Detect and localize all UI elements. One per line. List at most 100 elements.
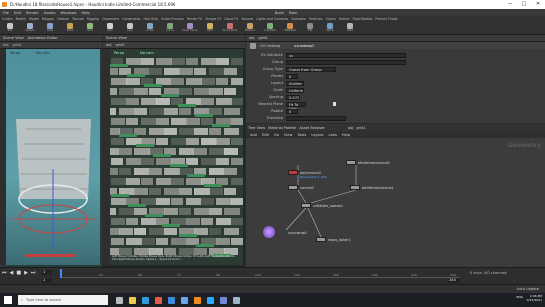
shelf-tab-rigid-bodies[interactable]: Rigid Bodies <box>353 17 373 21</box>
shelf-tab-grains[interactable]: Grains <box>326 17 336 21</box>
timeline-bar[interactable]: 124487296120144168192216240 <box>60 270 460 278</box>
play-icon[interactable]: ▶ <box>24 270 28 276</box>
param-field[interactable]: uv <box>286 52 406 58</box>
menu-edit[interactable]: Edit <box>14 11 21 15</box>
shelf-tab-particles[interactable]: Particles <box>309 17 322 21</box>
discord-icon[interactable] <box>220 296 227 304</box>
shelf-tool-spray-paint[interactable]: Spray Paint <box>222 23 238 34</box>
shelf-tool-line[interactable]: Line <box>122 23 138 34</box>
param-field[interactable]: Fit To Grid <box>286 101 306 111</box>
shelf-tab-polygon[interactable]: Polygon <box>42 17 55 21</box>
network-path-node[interactable]: grid1 <box>356 126 365 130</box>
node-tile[interactable] <box>350 185 360 190</box>
taskbar-search-input[interactable]: ⌕ Type here to search <box>18 295 108 305</box>
node-tile[interactable] <box>288 170 298 175</box>
file-explorer-icon[interactable] <box>129 296 136 304</box>
uvunwrap-node-icon[interactable] <box>263 226 275 238</box>
shelf-tab-characters[interactable]: Characters <box>102 17 119 21</box>
params-path-node[interactable]: grid1 <box>258 36 267 40</box>
shelf-tool-circle[interactable]: Circle <box>142 23 158 34</box>
tab-scene-view-2[interactable]: Scene View <box>106 36 127 40</box>
playhead[interactable] <box>60 269 62 278</box>
network-menu-help[interactable]: Help <box>342 133 350 137</box>
tab-asset-browser[interactable]: Asset Browser <box>299 126 325 130</box>
language-indicator[interactable]: ENG <box>517 295 523 299</box>
shelf-tab-collisions[interactable]: Collisions <box>291 17 306 21</box>
path-node-2[interactable]: grid1 <box>115 43 124 47</box>
clock[interactable]: 2:06 PM 9/15/2021 <box>527 294 542 302</box>
shelf-tool-tube[interactable]: Tube <box>42 23 58 34</box>
go-to-start-icon[interactable]: ⏮ <box>2 270 7 276</box>
shelf-tab-constraints[interactable]: Constraints <box>122 17 140 21</box>
path-obj[interactable]: obj <box>3 43 8 47</box>
shelf-tab-vellum[interactable]: Vellum <box>339 17 350 21</box>
shelf-tool-box[interactable]: Box <box>2 23 18 34</box>
stop-icon[interactable]: ■ <box>16 270 21 276</box>
shelf-tool-grid[interactable]: Grid <box>82 23 98 34</box>
param-field[interactable]: 0 <box>286 73 298 79</box>
shelf-tool-file[interactable]: File <box>302 23 318 34</box>
node-normal2[interactable]: normal2 <box>288 185 314 190</box>
shelf-tab-cloud-fx[interactable]: Cloud FX <box>224 17 238 21</box>
shelf-tool-path[interactable]: Path <box>202 23 218 34</box>
menu-render[interactable]: Render <box>26 11 39 15</box>
minimize-button[interactable]: — <box>503 0 517 9</box>
param-field[interactable] <box>286 115 346 121</box>
shelf-tab-deform[interactable]: Deform <box>57 17 69 21</box>
shelf-tab-simple-fx[interactable]: Simple FX <box>205 17 221 21</box>
param-field[interactable]: Guess from Group <box>286 66 336 72</box>
node-polyreduce2[interactable]: polyreduce2 Reduced to 1.0k% <box>288 170 327 179</box>
menu-assets[interactable]: Assets <box>44 11 56 15</box>
node-attribfromvolume1[interactable]: attribfromvolume1 <box>350 185 394 190</box>
tab-tree-view[interactable]: Tree View <box>248 126 265 130</box>
node-uvunwrap1[interactable]: uvunwrap1 <box>276 230 307 235</box>
shelf-tab-modify[interactable]: Modify <box>16 17 27 21</box>
param-field[interactable]: 0 <box>286 108 298 114</box>
task-view-icon[interactable] <box>116 296 123 304</box>
tab-animation-editor[interactable]: Animation Editor <box>28 36 58 40</box>
shelf-tool-draw-curve[interactable]: Draw Curve <box>182 23 198 34</box>
cam-menu-2[interactable]: No cam <box>140 51 154 55</box>
node-attribfromvolume2[interactable]: attribfromvolume2 <box>346 160 390 165</box>
step-back-icon[interactable]: ◀ <box>10 270 14 276</box>
node-uvflatten_sweep1[interactable]: uvflatten_sweep1 <box>301 203 343 208</box>
menu-help[interactable]: Help <box>82 11 90 15</box>
spacing-slider-handle[interactable] <box>333 102 336 106</box>
chrome-icon[interactable] <box>155 296 162 304</box>
end-frame-field[interactable]: 240 <box>448 278 460 283</box>
shelf-tab-create[interactable]: Create <box>2 17 13 21</box>
network-menu-edit[interactable]: Edit <box>262 133 269 137</box>
middle-viewport-view[interactable]: Persp No cam Left Mouse Tumbles. Middle … <box>110 49 243 265</box>
photoshop-icon[interactable] <box>207 296 214 304</box>
node-tile[interactable] <box>346 160 356 165</box>
param-field[interactable]: Scatter <box>286 80 304 86</box>
shelf-tool-helix[interactable]: Helix <box>342 23 358 34</box>
shelf-tab-texture[interactable]: Texture <box>72 17 84 21</box>
go-to-end-icon[interactable]: ⏭ <box>31 270 36 276</box>
node-maps_baker1[interactable]: maps_baker1 <box>316 237 351 242</box>
shelf-tab-model[interactable]: Model <box>29 17 39 21</box>
menu-windows[interactable]: Windows <box>60 11 76 15</box>
path-node[interactable]: grid1 <box>12 43 21 47</box>
shelf-tab-lights-and-cameras[interactable]: Lights and Cameras <box>256 17 288 21</box>
shelf-tab-guide-process[interactable]: Guide Process <box>161 17 183 21</box>
shelf-tab-hair-utils[interactable]: Hair Utils <box>143 17 158 21</box>
houdini-icon[interactable] <box>194 296 201 304</box>
param-field[interactable]: 0.472 <box>286 94 300 100</box>
shelf-tool-torus[interactable]: Torus <box>62 23 78 34</box>
store-icon[interactable] <box>168 296 175 304</box>
network-canvas[interactable]: Geometry attribfromvolume2 polyreduce2 Red… <box>246 138 545 267</box>
shelf-tool-l-system[interactable]: L-System <box>262 23 278 34</box>
node-tile[interactable] <box>316 237 326 242</box>
camera-menu-2[interactable]: Persp <box>114 51 124 55</box>
node-tile[interactable] <box>301 203 311 208</box>
menu-build[interactable]: Build <box>275 11 284 15</box>
menu-file[interactable]: File <box>3 11 9 15</box>
shelf-tool-spiral[interactable]: Spiral <box>322 23 338 34</box>
start-frame-field[interactable]: 1 <box>42 278 52 283</box>
network-menu-go[interactable]: Go <box>274 133 279 137</box>
shelf-tab-terrain-fx[interactable]: Terrain FX <box>187 17 203 21</box>
close-button[interactable]: ✕ <box>531 0 545 9</box>
frame-field[interactable]: 1 <box>42 270 52 275</box>
tab-scene-view[interactable]: Scene View <box>3 36 24 40</box>
